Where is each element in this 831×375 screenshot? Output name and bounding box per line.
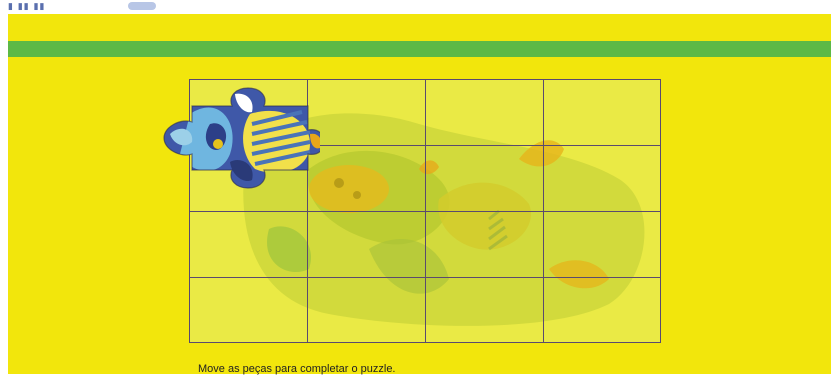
puzzle-slot[interactable] — [307, 145, 426, 212]
puzzle-piece[interactable] — [160, 84, 320, 192]
puzzle-slot[interactable] — [543, 79, 661, 146]
top-strip: ▮ ▮▮ ▮▮ — [0, 0, 831, 14]
puzzle-slot[interactable] — [425, 211, 544, 278]
puzzle-slot[interactable] — [307, 79, 426, 146]
logo-icon — [128, 2, 156, 10]
site-logo-fragment: ▮ ▮▮ ▮▮ — [8, 2, 46, 12]
puzzle-slot[interactable] — [543, 145, 661, 212]
puzzle-slot[interactable] — [425, 79, 544, 146]
puzzle-slot[interactable] — [307, 277, 426, 343]
instructions-text: Move as peças para completar o puzzle. — [198, 363, 396, 375]
puzzle-slot[interactable] — [307, 211, 426, 278]
puzzle-slot[interactable] — [543, 211, 661, 278]
puzzle-slot[interactable] — [425, 145, 544, 212]
puzzle-slot[interactable] — [189, 277, 308, 343]
puzzle-slot[interactable] — [425, 277, 544, 343]
puzzle-slot[interactable] — [189, 211, 308, 278]
header-band — [8, 41, 831, 57]
puzzle-slot[interactable] — [543, 277, 661, 343]
